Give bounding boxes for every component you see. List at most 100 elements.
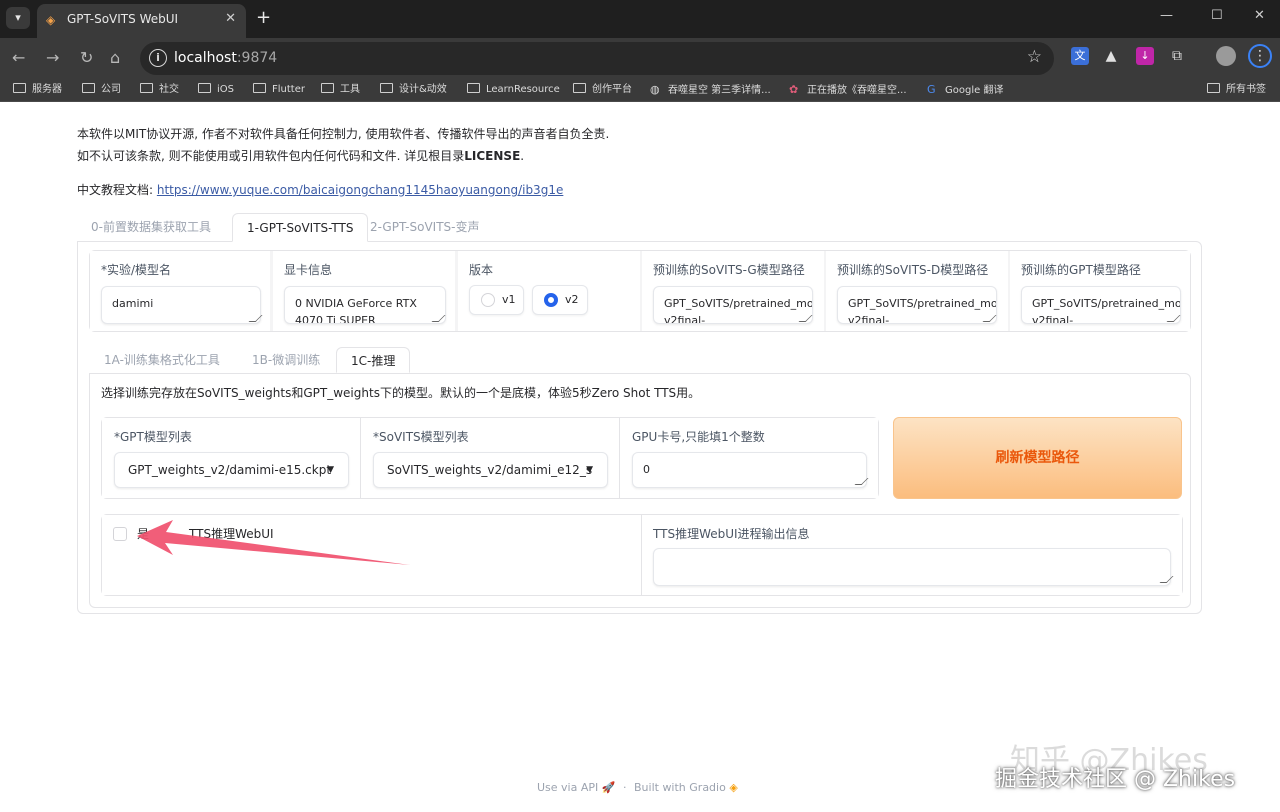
browser-menu-icon[interactable]: ⋮	[1248, 44, 1272, 68]
bookmark-folder[interactable]: 创作平台	[573, 83, 632, 97]
model-select-row: *GPT模型列表 GPT_weights_v2/damimi-e15.ckpt ▼…	[101, 417, 879, 499]
tts-output-textbox[interactable]	[653, 548, 1171, 586]
sovits-g-field: 预训练的SoVITS-G模型路径 GPT_SoVITS/pretrained_m…	[642, 251, 824, 331]
bookmark-folder[interactable]: 设计&动效	[380, 83, 447, 97]
bookmark-folder[interactable]: LearnResource	[467, 83, 560, 97]
gpu-info-field: 显卡信息 0 NVIDIA GeForce RTX 4070 Ti SUPER	[273, 251, 455, 331]
exp-name-input[interactable]: damimi	[101, 286, 261, 324]
bookmark-folder[interactable]: 社交	[140, 83, 179, 97]
flower-icon: ✿	[789, 83, 799, 96]
folder-icon	[82, 83, 95, 93]
all-bookmarks[interactable]: 所有书签	[1207, 83, 1266, 97]
browser-tab[interactable]: ◈ GPT-SoVITS WebUI ✕	[37, 4, 246, 38]
tab-voice-change[interactable]: 2-GPT-SoVITS-变声	[356, 213, 493, 242]
bookmark-link[interactable]: G Google 翻译	[927, 83, 1003, 98]
bookmark-folder[interactable]: Flutter	[253, 83, 305, 97]
tab-dataset-tools[interactable]: 0-前置数据集获取工具	[77, 213, 225, 242]
folder-icon	[140, 83, 153, 93]
gpt-path-field: 预训练的GPT模型路径 GPT_SoVITS/pretrained_models…	[1010, 251, 1190, 331]
back-icon[interactable]: ←	[12, 47, 25, 69]
tts-webui-toggle: 是 TTS推理WebUI	[102, 515, 641, 595]
checkbox-label: 是 TTS推理WebUI	[137, 527, 274, 541]
footer-api-link[interactable]: Use via API 🚀	[537, 781, 615, 794]
footer-gradio-link[interactable]: Built with Gradio ◈	[634, 781, 738, 794]
forward-icon[interactable]: →	[46, 47, 59, 69]
inference-description: 选择训练完存放在SoVITS_weights和GPT_weights下的模型。默…	[101, 386, 701, 400]
radio-dot	[481, 293, 495, 307]
version-v2-radio[interactable]: v2	[532, 285, 588, 315]
bookmark-folder[interactable]: 工具	[321, 83, 360, 97]
version-field: 版本 v1 v2	[458, 251, 640, 331]
folder-icon	[1207, 83, 1220, 93]
sovits-d-field: 预训练的SoVITS-D模型路径 GPT_SoVITS/pretrained_m…	[826, 251, 1008, 331]
tab-dataset-format[interactable]: 1A-训练集格式化工具	[90, 347, 234, 373]
gpt-path-input[interactable]: GPT_SoVITS/pretrained_models/gsv-v2final…	[1021, 286, 1181, 324]
tts-webui-row: 是 TTS推理WebUI TTS推理WebUI进程输出信息	[101, 514, 1183, 596]
globe-icon: ◍	[650, 83, 660, 96]
model-config-row: *实验/模型名 damimi 显卡信息 0 NVIDIA GeForce RTX…	[89, 250, 1191, 332]
dropdown-arrow-icon: ▼	[586, 465, 593, 475]
bookmark-link[interactable]: ◍ 吞噬星空 第三季详情...	[650, 83, 771, 98]
tab-gpt-sovits-tts[interactable]: 1-GPT-SoVITS-TTS	[232, 213, 369, 242]
refresh-model-paths-button[interactable]: 刷新模型路径	[893, 417, 1182, 499]
radio-dot	[544, 293, 558, 307]
extension-triangle-icon[interactable]: ▲	[1102, 47, 1120, 65]
gradio-logo-icon: ◈	[729, 781, 738, 794]
open-tts-webui-checkbox[interactable]	[113, 527, 127, 541]
bookmark-link[interactable]: ✿ 正在播放《吞噬星空...	[789, 83, 907, 98]
tutorial-link[interactable]: https://www.yuque.com/baicaigongchang114…	[157, 183, 563, 197]
bookmark-folder[interactable]: 服务器	[13, 83, 62, 97]
sovits-g-input[interactable]: GPT_SoVITS/pretrained_models/gsv-v2final…	[653, 286, 813, 324]
translate-extension-icon[interactable]: 文	[1071, 47, 1089, 65]
sovits-model-dropdown[interactable]: SoVITS_weights_v2/damimi_e12_s ▼	[373, 452, 608, 488]
rocket-icon: 🚀	[601, 781, 616, 794]
browser-toolbar: ← → ↻ ⌂ i localhost:9874 ☆ 文 ▲ ↓ ⧉ ⋮	[0, 38, 1280, 79]
tab-finetune[interactable]: 1B-微调训练	[238, 347, 334, 373]
folder-icon	[321, 83, 334, 93]
download-extension-icon[interactable]: ↓	[1136, 47, 1154, 65]
folder-icon	[380, 83, 393, 93]
tts-output-field: TTS推理WebUI进程输出信息	[642, 515, 1182, 595]
footer-separator: ·	[623, 781, 627, 794]
inference-panel: 选择训练完存放在SoVITS_weights和GPT_weights下的模型。默…	[89, 373, 1191, 608]
folder-icon	[573, 83, 586, 93]
address-bar[interactable]: i localhost:9874 ☆	[140, 42, 1054, 75]
extensions-puzzle-icon[interactable]: ⧉	[1168, 47, 1186, 65]
bookmark-folder[interactable]: 公司	[82, 83, 121, 97]
tutorial-doc: 中文教程文档: https://www.yuque.com/baicaigong…	[77, 183, 564, 197]
sovits-d-input[interactable]: GPT_SoVITS/pretrained_models/gsv-v2final…	[837, 286, 997, 324]
browser-tabstrip: ▾ ◈ GPT-SoVITS WebUI ✕ + — ☐ ✕	[0, 0, 1280, 38]
new-tab-icon[interactable]: +	[256, 6, 271, 30]
reload-icon[interactable]: ↻	[80, 47, 93, 69]
tab-search-icon[interactable]: ▾	[6, 7, 30, 29]
bookmark-folder[interactable]: iOS	[198, 83, 234, 97]
gpu-info-input[interactable]: 0 NVIDIA GeForce RTX 4070 Ti SUPER	[284, 286, 446, 324]
gpt-model-dropdown[interactable]: GPT_weights_v2/damimi-e15.ckpt ▼	[114, 452, 349, 488]
google-translate-icon: G	[927, 83, 936, 96]
license-line-2: 如不认可该条款, 则不能使用或引用软件包内任何代码和文件. 详见根目录LICEN…	[77, 149, 525, 163]
folder-icon	[253, 83, 266, 93]
gradio-favicon-icon: ◈	[46, 13, 56, 27]
tab-title: GPT-SoVITS WebUI	[67, 12, 179, 26]
folder-icon	[198, 83, 211, 93]
gpt-model-list: *GPT模型列表 GPT_weights_v2/damimi-e15.ckpt ▼	[102, 418, 360, 498]
juejin-watermark: 掘金技术社区 @ Zhikes	[995, 767, 1236, 792]
maximize-icon[interactable]: ☐	[1211, 8, 1223, 23]
tab-inference[interactable]: 1C-推理	[336, 347, 411, 373]
minimize-icon[interactable]: —	[1160, 8, 1173, 23]
bookmarks-bar: 服务器 公司 社交 iOS Flutter 工具 设计&动效 LearnReso…	[0, 79, 1280, 102]
sovits-model-list: *SoVITS模型列表 SoVITS_weights_v2/damimi_e12…	[361, 418, 619, 498]
gpu-card-input[interactable]: 0	[632, 452, 867, 488]
close-tab-icon[interactable]: ✕	[225, 4, 236, 34]
folder-icon	[13, 83, 26, 93]
window-close-icon[interactable]: ✕	[1254, 8, 1265, 23]
exp-name-field: *实验/模型名 damimi	[90, 251, 270, 331]
dropdown-arrow-icon: ▼	[327, 465, 334, 475]
page-content: 本软件以MIT协议开源, 作者不对软件具备任何控制力, 使用软件者、传播软件导出…	[0, 103, 1280, 812]
gpu-card-field: GPU卡号,只能填1个整数 0	[620, 418, 878, 498]
version-v1-radio[interactable]: v1	[469, 285, 524, 315]
profile-avatar[interactable]	[1216, 46, 1236, 66]
site-info-icon[interactable]: i	[149, 49, 167, 67]
home-icon[interactable]: ⌂	[110, 47, 120, 69]
bookmark-star-icon[interactable]: ☆	[1027, 47, 1042, 67]
